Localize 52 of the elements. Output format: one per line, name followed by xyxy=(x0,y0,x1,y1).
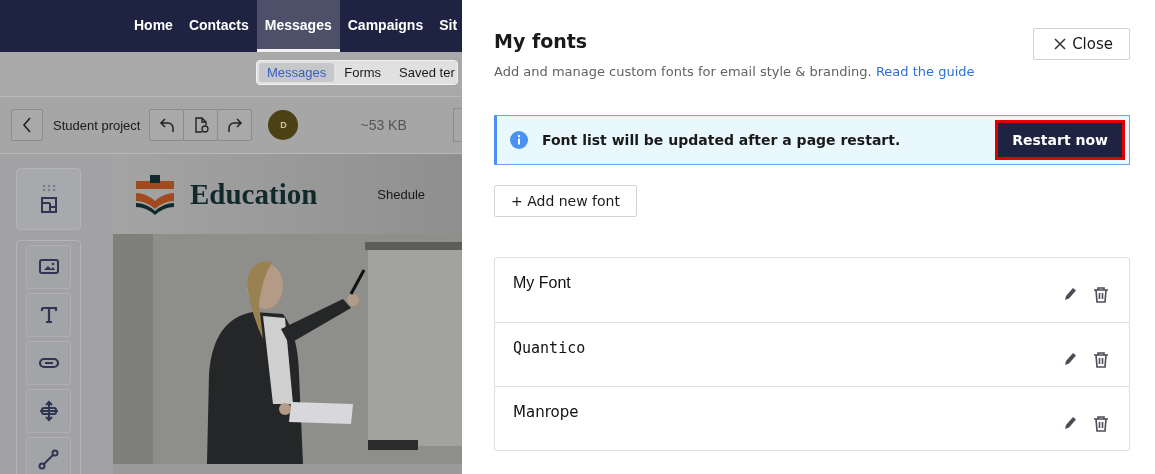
close-icon xyxy=(1054,38,1067,50)
blocks-tile[interactable] xyxy=(16,168,81,230)
drawer-title: My fonts xyxy=(494,30,588,52)
restart-button[interactable]: Restart now xyxy=(998,123,1122,157)
spacer-tool[interactable] xyxy=(26,389,71,433)
trash-icon xyxy=(1093,286,1109,303)
history-button[interactable] xyxy=(183,109,219,141)
sub-nav-tab[interactable]: Messages xyxy=(259,63,335,82)
add-font-button[interactable]: + Add new font xyxy=(494,185,637,217)
delete-button[interactable] xyxy=(1091,349,1111,370)
drag-handle-icon xyxy=(41,184,56,192)
back-button[interactable] xyxy=(11,109,43,141)
text-tool[interactable] xyxy=(26,293,71,337)
trash-icon xyxy=(1093,415,1109,432)
info-icon xyxy=(510,131,528,149)
sub-nav-tab[interactable]: Forms xyxy=(336,63,390,82)
undo-button[interactable] xyxy=(149,109,185,141)
nav-tab[interactable]: Campaigns xyxy=(339,0,432,52)
delete-button[interactable] xyxy=(1091,413,1111,434)
image-tool[interactable] xyxy=(26,245,71,289)
pencil-icon xyxy=(1063,415,1077,431)
social-tool[interactable] xyxy=(26,437,71,474)
spacer-icon xyxy=(37,400,60,422)
chevron-left-icon xyxy=(22,117,32,133)
delete-button[interactable] xyxy=(1091,284,1111,305)
sub-nav-tab[interactable]: Saved ter xyxy=(391,63,455,82)
nav-tab[interactable]: Sit xyxy=(431,0,458,52)
trash-icon xyxy=(1093,351,1109,368)
font-name: Manrope xyxy=(513,403,580,421)
close-button[interactable]: Close xyxy=(1033,28,1130,60)
nav-tab[interactable]: Messages xyxy=(256,0,340,52)
nav-tab[interactable]: Contacts xyxy=(180,0,257,52)
menu-link[interactable]: Shedule xyxy=(377,186,426,202)
button-tool[interactable] xyxy=(26,341,71,385)
layout-icon xyxy=(39,196,58,214)
user-avatar[interactable]: D xyxy=(268,110,299,140)
redo-icon xyxy=(226,117,243,133)
font-name: Quantico xyxy=(513,339,587,357)
pencil-icon xyxy=(1063,286,1077,302)
guide-link[interactable]: Read the guide xyxy=(875,64,975,79)
redo-button[interactable] xyxy=(217,109,253,141)
notice-text: Font list will be updated after a page restart. xyxy=(542,132,902,148)
project-name: Student project xyxy=(53,117,141,133)
logo-text: Education xyxy=(190,177,318,211)
drawer-description: Add and manage custom fonts for email style & branding. Read the guide xyxy=(494,64,976,79)
document-history-icon xyxy=(192,116,209,134)
pencil-icon xyxy=(1063,351,1077,367)
file-size: ~53 KB xyxy=(360,117,407,133)
nav-tab[interactable]: Home xyxy=(126,0,181,52)
undo-icon xyxy=(158,117,175,133)
font-name: My Font xyxy=(513,274,572,292)
share-icon xyxy=(37,448,60,470)
